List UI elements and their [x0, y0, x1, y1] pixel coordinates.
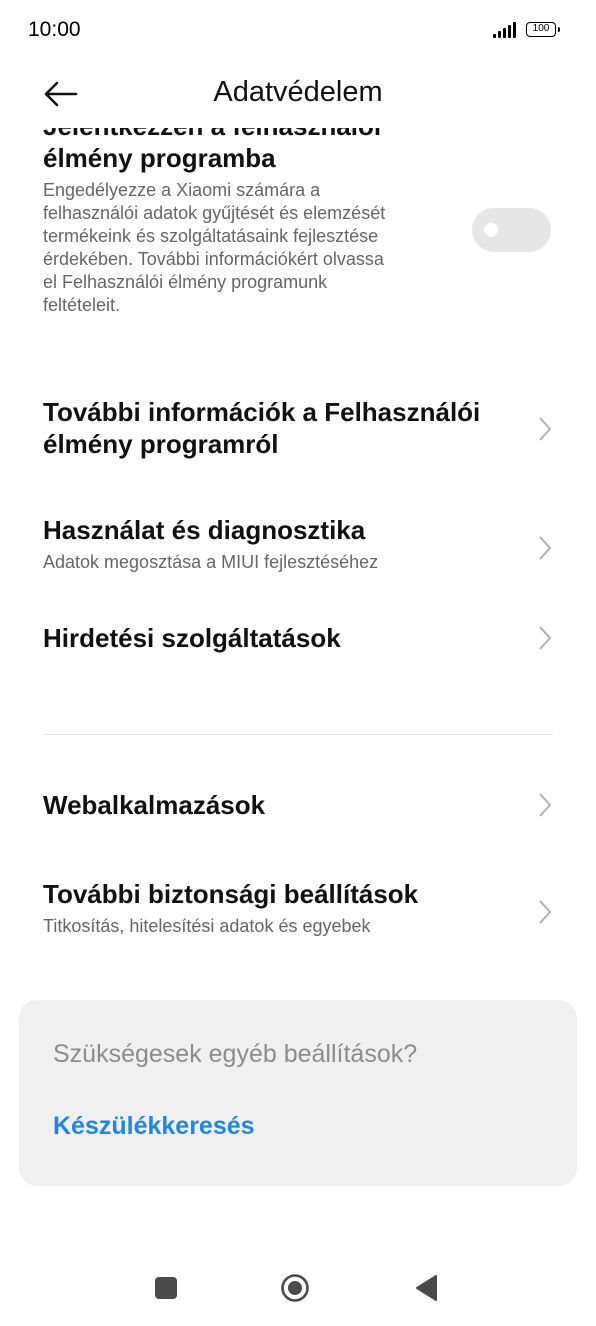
experience-program-item: Jelentkezzen a felhasználói élmény progr…: [43, 128, 463, 317]
battery-level: 100: [532, 23, 550, 34]
chevron-right-icon: [539, 417, 552, 441]
desc-line: felhasználói adatok gyűjtését és elemzés…: [43, 203, 386, 223]
nav-home-icon[interactable]: [280, 1273, 310, 1303]
experience-program-toggle[interactable]: [472, 208, 551, 252]
security-settings-subtitle: Titkosítás, hitelesítési adatok és egyeb…: [43, 916, 371, 936]
chevron-right-icon: [539, 793, 552, 817]
more-info-title-line1: További információk a Felhasználói: [43, 397, 481, 427]
more-info-item[interactable]: További információk a Felhasználói élmén…: [43, 396, 553, 460]
desc-line: termékeink és szolgáltatásaink fejleszté…: [43, 226, 379, 246]
ad-services-item[interactable]: Hirdetési szolgáltatások: [43, 622, 553, 654]
more-info-title: További információk a Felhasználói élmén…: [43, 396, 523, 460]
experience-title-line2: élmény programba: [43, 143, 276, 173]
app-header: Adatvédelem: [0, 62, 596, 128]
desc-line: el Felhasználói élmény programunk: [43, 272, 328, 292]
more-settings-question: Szükségesek egyéb beállítások?: [53, 1040, 418, 1068]
find-device-link[interactable]: Készülékkeresés: [53, 1112, 255, 1141]
chevron-right-icon: [539, 900, 552, 924]
clock: 10:00: [28, 18, 81, 41]
page-title: Adatvédelem: [213, 76, 383, 108]
desc-line: Engedélyezze a Xiaomi számára a: [43, 180, 321, 200]
web-apps-item[interactable]: Webalkalmazások: [43, 789, 553, 821]
signal-icon: [493, 22, 523, 38]
usage-diagnostics-title: Használat és diagnosztika: [43, 515, 366, 545]
chevron-right-icon: [539, 626, 552, 650]
usage-diagnostics-subtitle: Adatok megosztása a MIUI fejlesztéséhez: [43, 552, 379, 572]
navigation-bar: [0, 1262, 596, 1326]
security-settings-title: További biztonsági beállítások: [43, 879, 419, 909]
section-divider: [43, 734, 553, 735]
ad-services-title: Hirdetési szolgáltatások: [43, 623, 341, 653]
desc-line: érdekében. További információkért olvass…: [43, 249, 384, 269]
security-settings-item[interactable]: További biztonsági beállítások Titkosítá…: [43, 878, 553, 938]
web-apps-title: Webalkalmazások: [43, 790, 266, 820]
experience-title-line1: Jelentkezzen a felhasználói: [43, 128, 463, 142]
toggle-knob: [484, 223, 498, 237]
battery-icon: 100: [526, 22, 560, 37]
usage-diagnostics-item[interactable]: Használat és diagnosztika Adatok megoszt…: [43, 514, 553, 574]
nav-recents-icon[interactable]: [155, 1277, 177, 1299]
nav-back-icon[interactable]: [414, 1274, 438, 1302]
more-settings-card: Szükségesek egyéb beállítások? Készülékk…: [19, 1000, 577, 1186]
status-bar: 10:00 100: [0, 0, 596, 62]
experience-program-title: Jelentkezzen a felhasználói élmény progr…: [43, 128, 463, 174]
more-info-title-line2: élmény programról: [43, 429, 279, 459]
experience-program-description: Engedélyezze a Xiaomi számára a felhaszn…: [43, 179, 463, 317]
desc-line: feltételeit.: [43, 295, 121, 315]
chevron-right-icon: [539, 536, 552, 560]
